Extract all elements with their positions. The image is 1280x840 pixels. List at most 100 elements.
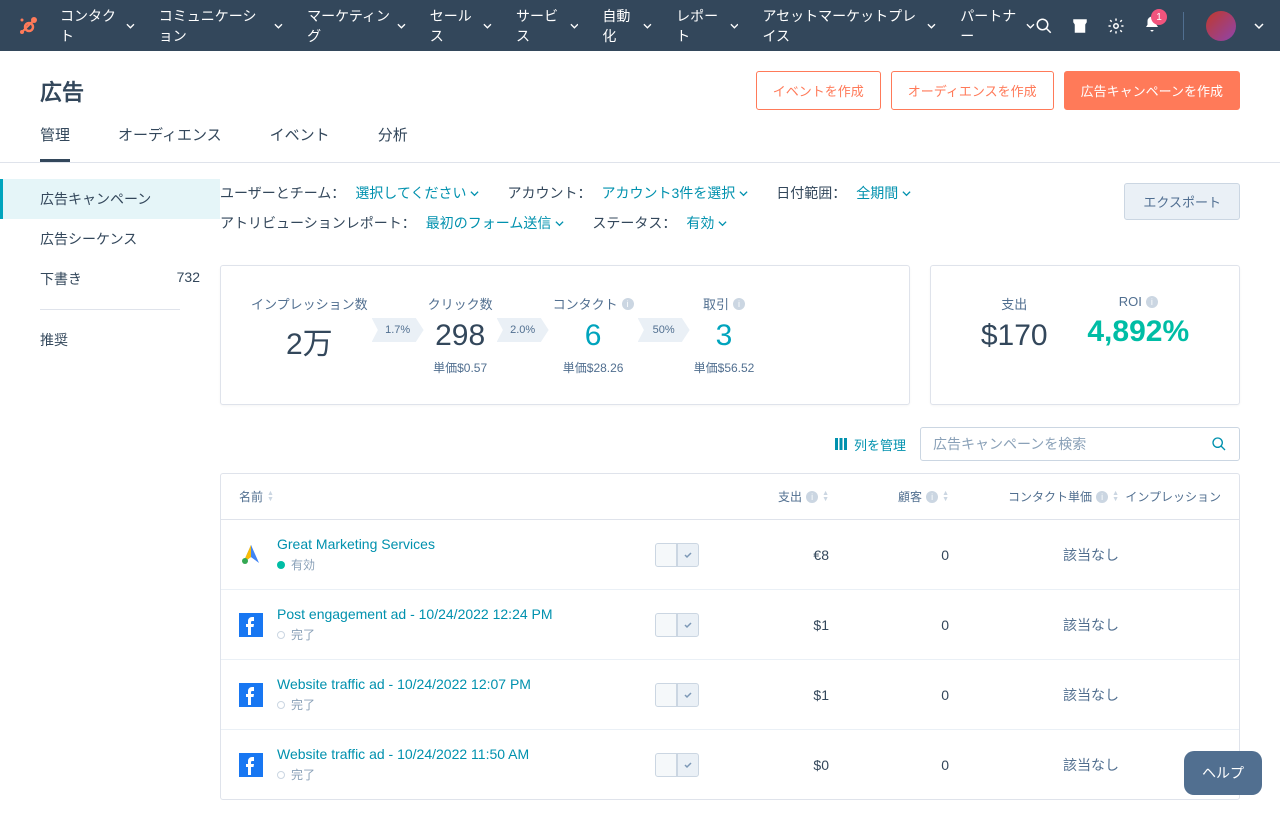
info-icon[interactable]: i	[622, 298, 634, 310]
search-box[interactable]	[920, 427, 1240, 461]
help-button[interactable]: ヘルプ	[1184, 751, 1262, 795]
export-button[interactable]: エクスポート	[1124, 183, 1240, 220]
campaign-link[interactable]: Post engagement ad - 10/24/2022 12:24 PM	[277, 606, 553, 622]
cell-cpc: 該当なし	[949, 755, 1119, 775]
nav-marketing[interactable]: マーケティング	[307, 6, 406, 46]
cell-spend: $0	[699, 757, 829, 773]
status-toggle[interactable]	[655, 613, 699, 637]
metrics-cards: インプレッション数 2万 1.7% クリック数 298 単価$0.57 2.0%…	[220, 265, 1240, 405]
info-icon[interactable]: i	[1146, 296, 1158, 308]
facebook-icon	[239, 753, 263, 777]
sidebar-item-sequences[interactable]: 広告シーケンス	[0, 219, 220, 259]
nav-automation[interactable]: 自動化	[602, 6, 652, 46]
search-input[interactable]	[933, 436, 1211, 452]
google-icon	[239, 543, 263, 567]
campaign-status: 完了	[277, 766, 529, 783]
sidebar-label: 広告キャンペーン	[40, 189, 151, 209]
nav-partner[interactable]: パートナー	[960, 6, 1035, 46]
notifications-button[interactable]: 1	[1143, 15, 1161, 36]
funnel-card: インプレッション数 2万 1.7% クリック数 298 単価$0.57 2.0%…	[220, 265, 910, 405]
filter-account: アカウント： アカウント3件を選択	[507, 183, 748, 203]
sidebar: 広告キャンペーン 広告シーケンス 下書き 732 推奨	[0, 163, 220, 840]
nav-service[interactable]: サービス	[516, 6, 578, 46]
tab-analytics[interactable]: 分析	[378, 124, 408, 162]
tab-manage[interactable]: 管理	[40, 124, 70, 162]
cell-spend: $1	[699, 617, 829, 633]
col-spend[interactable]: 支出i▲▼	[699, 488, 829, 505]
col-impressions[interactable]: インプレッション	[1119, 488, 1221, 505]
campaign-link[interactable]: Website traffic ad - 10/24/2022 12:07 PM	[277, 676, 531, 692]
sidebar-item-drafts[interactable]: 下書き 732	[0, 259, 220, 299]
status-toggle[interactable]	[655, 753, 699, 777]
tab-audience[interactable]: オーディエンス	[118, 124, 222, 162]
metric-clicks: クリック数 298 単価$0.57	[428, 294, 493, 376]
funnel-arrow: 50%	[638, 318, 690, 342]
table-controls: 列を管理	[220, 427, 1240, 461]
search-icon[interactable]	[1035, 17, 1053, 35]
nav-communications[interactable]: コミュニケーション	[159, 6, 283, 46]
filter-account-dropdown[interactable]: アカウント3件を選択	[601, 183, 748, 203]
col-cost-per-contact[interactable]: コンタクト単価i▲▼	[949, 488, 1119, 505]
sidebar-item-campaigns[interactable]: 広告キャンペーン	[0, 179, 220, 219]
status-toggle[interactable]	[655, 543, 699, 567]
campaign-link[interactable]: Website traffic ad - 10/24/2022 11:50 AM	[277, 746, 529, 762]
nav-sales[interactable]: セールス	[430, 6, 492, 46]
top-nav: コンタクト コミュニケーション マーケティング セールス サービス 自動化 レポ…	[0, 0, 1280, 51]
sidebar-item-recommended[interactable]: 推奨	[0, 320, 220, 360]
notif-badge: 1	[1151, 9, 1167, 25]
cell-cpc: 該当なし	[949, 545, 1119, 565]
metric-roi: ROIi 4,892%	[1087, 294, 1189, 376]
cell-customers: 0	[829, 547, 949, 563]
filter-label: ユーザーとチーム：	[220, 183, 345, 203]
campaigns-table: 名前▲▼ 支出i▲▼ 顧客i▲▼ コンタクト単価i▲▼ インプレッション Gre…	[220, 473, 1240, 800]
funnel-arrow: 2.0%	[497, 318, 549, 342]
facebook-icon	[239, 683, 263, 707]
filter-user: ユーザーとチーム： 選択してください	[220, 183, 479, 203]
metric-spend: 支出 $170	[981, 294, 1048, 376]
tab-events[interactable]: イベント	[270, 124, 330, 162]
nav-reports[interactable]: レポート	[676, 6, 738, 46]
nav-marketplace[interactable]: アセットマーケットプレイス	[762, 6, 936, 46]
filter-status-dropdown[interactable]: 有効	[686, 213, 727, 233]
cell-customers: 0	[829, 687, 949, 703]
info-icon: i	[926, 491, 938, 503]
table-row: Post engagement ad - 10/24/2022 12:24 PM…	[221, 590, 1239, 660]
filter-label: 日付範囲：	[776, 183, 846, 203]
cell-customers: 0	[829, 617, 949, 633]
account-menu-chevron[interactable]	[1254, 21, 1264, 31]
status-toggle[interactable]	[655, 683, 699, 707]
funnel-arrow: 1.7%	[372, 318, 424, 342]
campaign-link[interactable]: Great Marketing Services	[277, 536, 435, 552]
create-campaign-button[interactable]: 広告キャンペーンを作成	[1064, 71, 1240, 110]
cell-customers: 0	[829, 757, 949, 773]
metric-impressions: インプレッション数 2万	[251, 294, 368, 363]
col-name[interactable]: 名前▲▼	[239, 488, 699, 505]
info-icon: i	[806, 491, 818, 503]
table-header: 名前▲▼ 支出i▲▼ 顧客i▲▼ コンタクト単価i▲▼ インプレッション	[221, 474, 1239, 520]
filter-label: ステータス：	[592, 213, 676, 233]
sidebar-count: 732	[177, 269, 200, 289]
campaign-status: 完了	[277, 626, 553, 643]
create-audience-button[interactable]: オーディエンスを作成	[891, 71, 1054, 110]
page-header: 広告 イベントを作成 オーディエンスを作成 広告キャンペーンを作成	[0, 51, 1280, 110]
filter-user-dropdown[interactable]: 選択してください	[355, 183, 479, 203]
filter-label: アトリビューションレポート：	[220, 213, 416, 233]
user-avatar[interactable]	[1206, 11, 1236, 41]
table-row: Website traffic ad - 10/24/2022 12:07 PM…	[221, 660, 1239, 730]
manage-columns-button[interactable]: 列を管理	[834, 435, 906, 454]
hubspot-logo[interactable]	[16, 14, 40, 38]
marketplace-icon[interactable]	[1071, 17, 1089, 35]
roi-card: 支出 $170 ROIi 4,892%	[930, 265, 1240, 405]
col-customers[interactable]: 顧客i▲▼	[829, 488, 949, 505]
filter-attribution-dropdown[interactable]: 最初のフォーム送信	[426, 213, 565, 233]
search-icon	[1211, 436, 1227, 452]
info-icon[interactable]: i	[733, 298, 745, 310]
nav-menu: コンタクト コミュニケーション マーケティング セールス サービス 自動化 レポ…	[60, 6, 1035, 46]
filter-label: アカウント：	[507, 183, 591, 203]
columns-icon	[834, 437, 848, 451]
nav-contacts[interactable]: コンタクト	[60, 6, 135, 46]
filter-date-dropdown[interactable]: 全期間	[856, 183, 911, 203]
settings-icon[interactable]	[1107, 17, 1125, 35]
page-title: 広告	[40, 75, 84, 107]
create-event-button[interactable]: イベントを作成	[756, 71, 881, 110]
